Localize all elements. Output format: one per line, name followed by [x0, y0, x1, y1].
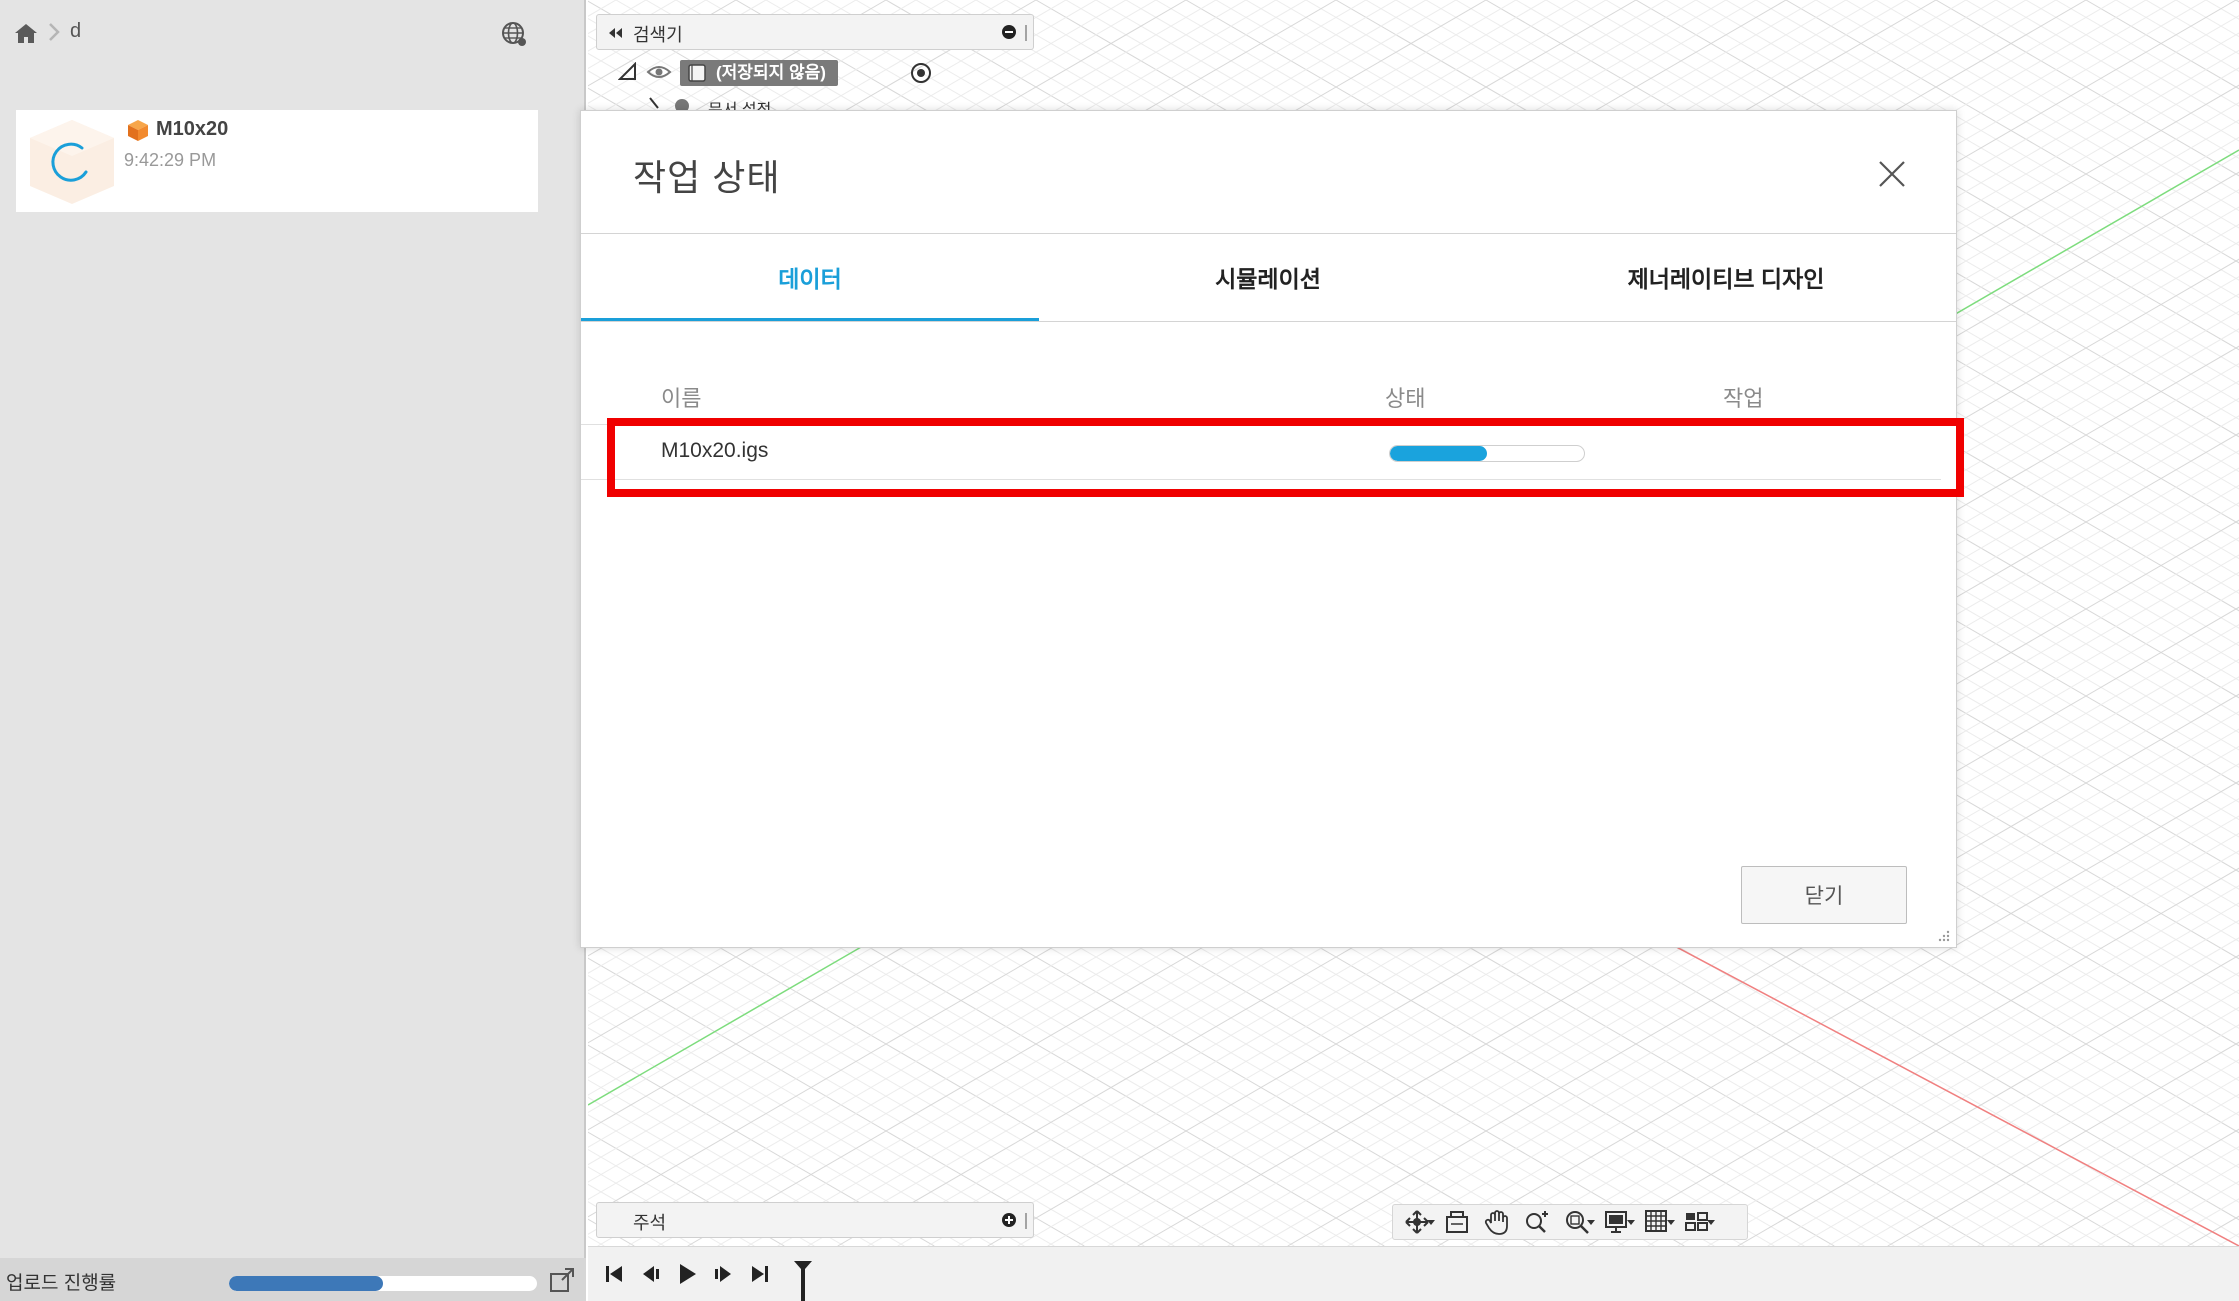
file-timestamp: 9:42:29 PM: [124, 150, 217, 170]
look-at-icon[interactable]: [1437, 1206, 1477, 1238]
skip-end-icon[interactable]: [744, 1259, 774, 1289]
tab-data[interactable]: 데이터: [581, 234, 1039, 320]
home-icon[interactable]: [14, 22, 38, 44]
navigation-toolbar: [1392, 1204, 1748, 1240]
popout-icon[interactable]: [548, 1266, 576, 1294]
resize-grip-icon[interactable]: [1937, 929, 1951, 943]
plus-circle-icon[interactable]: [1001, 1212, 1017, 1228]
breadcrumb: d: [0, 0, 586, 68]
column-header-name: 이름: [661, 386, 702, 411]
collapse-icon[interactable]: [605, 25, 625, 41]
grid-icon[interactable]: [1637, 1206, 1677, 1238]
browser-tree-document-settings[interactable]: 문서 설정: [648, 96, 848, 110]
grid-line: [2115, 0, 2239, 72]
cube-icon: [126, 118, 150, 142]
drag-handle-icon[interactable]: [1023, 1212, 1029, 1230]
display-settings-icon[interactable]: [1597, 1206, 1637, 1238]
pan-icon[interactable]: [1477, 1206, 1517, 1238]
fit-icon[interactable]: [1557, 1206, 1597, 1238]
tab-simulation[interactable]: 시뮬레이션: [1039, 234, 1497, 320]
column-header-status: 상태: [1385, 386, 1426, 411]
dialog-title: 작업 상태: [633, 157, 781, 198]
zoom-icon[interactable]: [1517, 1206, 1557, 1238]
grid-line: [2145, 0, 2239, 55]
step-back-icon[interactable]: [636, 1259, 666, 1289]
close-button[interactable]: 닫기: [1741, 866, 1907, 924]
dialog-tabs: 데이터 시뮬레이션 제너레이티브 디자인: [581, 234, 1956, 322]
upload-progress-fill: [229, 1276, 383, 1291]
grid-line: [2025, 0, 2239, 125]
highlight-annotation: [607, 418, 1964, 497]
loading-spinner-icon: [24, 116, 120, 208]
chevron-right-icon: [46, 20, 62, 44]
browser-tree-document[interactable]: (저장되지 않음): [617, 58, 931, 88]
column-header-action: 작업: [1723, 386, 1764, 411]
timeline-bar: [588, 1246, 2239, 1301]
globe-icon[interactable]: [500, 20, 528, 48]
tab-generative-design[interactable]: 제너레이티브 디자인: [1497, 234, 1955, 320]
gear-icon: [649, 97, 689, 110]
upload-progress-label: 업로드 진행률: [6, 1273, 117, 1294]
divider: [581, 321, 1956, 322]
activate-target-icon[interactable]: [910, 62, 932, 84]
browser-panel[interactable]: 검색기: [596, 14, 1034, 50]
browser-title: 검색기: [633, 25, 683, 45]
breadcrumb-folder[interactable]: d: [70, 20, 81, 43]
comments-title: 주석: [633, 1213, 667, 1233]
drag-handle-icon[interactable]: [1023, 24, 1029, 42]
document-settings-label: 문서 설정: [708, 96, 771, 110]
close-icon[interactable]: [1875, 157, 1909, 191]
skip-start-icon[interactable]: [600, 1259, 630, 1289]
grid-line: [1935, 0, 2239, 177]
step-forward-icon[interactable]: [708, 1259, 738, 1289]
data-panel: d M10x20 9:42:29 PM 업로드 진행률: [0, 0, 586, 1301]
expand-triangle-icon[interactable]: [617, 61, 638, 82]
document-icon: [686, 62, 708, 84]
minus-circle-icon[interactable]: [1001, 24, 1017, 40]
play-icon[interactable]: [672, 1259, 702, 1289]
file-name: M10x20: [156, 118, 229, 140]
eye-icon[interactable]: [646, 62, 672, 82]
viewports-icon[interactable]: [1677, 1206, 1717, 1238]
upload-progress-track: [229, 1276, 537, 1291]
upload-progress-bar: 업로드 진행률: [0, 1258, 586, 1301]
file-card[interactable]: M10x20 9:42:29 PM: [16, 110, 538, 212]
timeline-marker-icon[interactable]: [791, 1259, 815, 1301]
orbit-icon[interactable]: [1397, 1206, 1437, 1238]
job-status-dialog: 작업 상태 데이터 시뮬레이션 제너레이티브 디자인 이름 상태 작업 M10x…: [580, 110, 1964, 948]
comments-panel[interactable]: 주석: [596, 1202, 1034, 1238]
